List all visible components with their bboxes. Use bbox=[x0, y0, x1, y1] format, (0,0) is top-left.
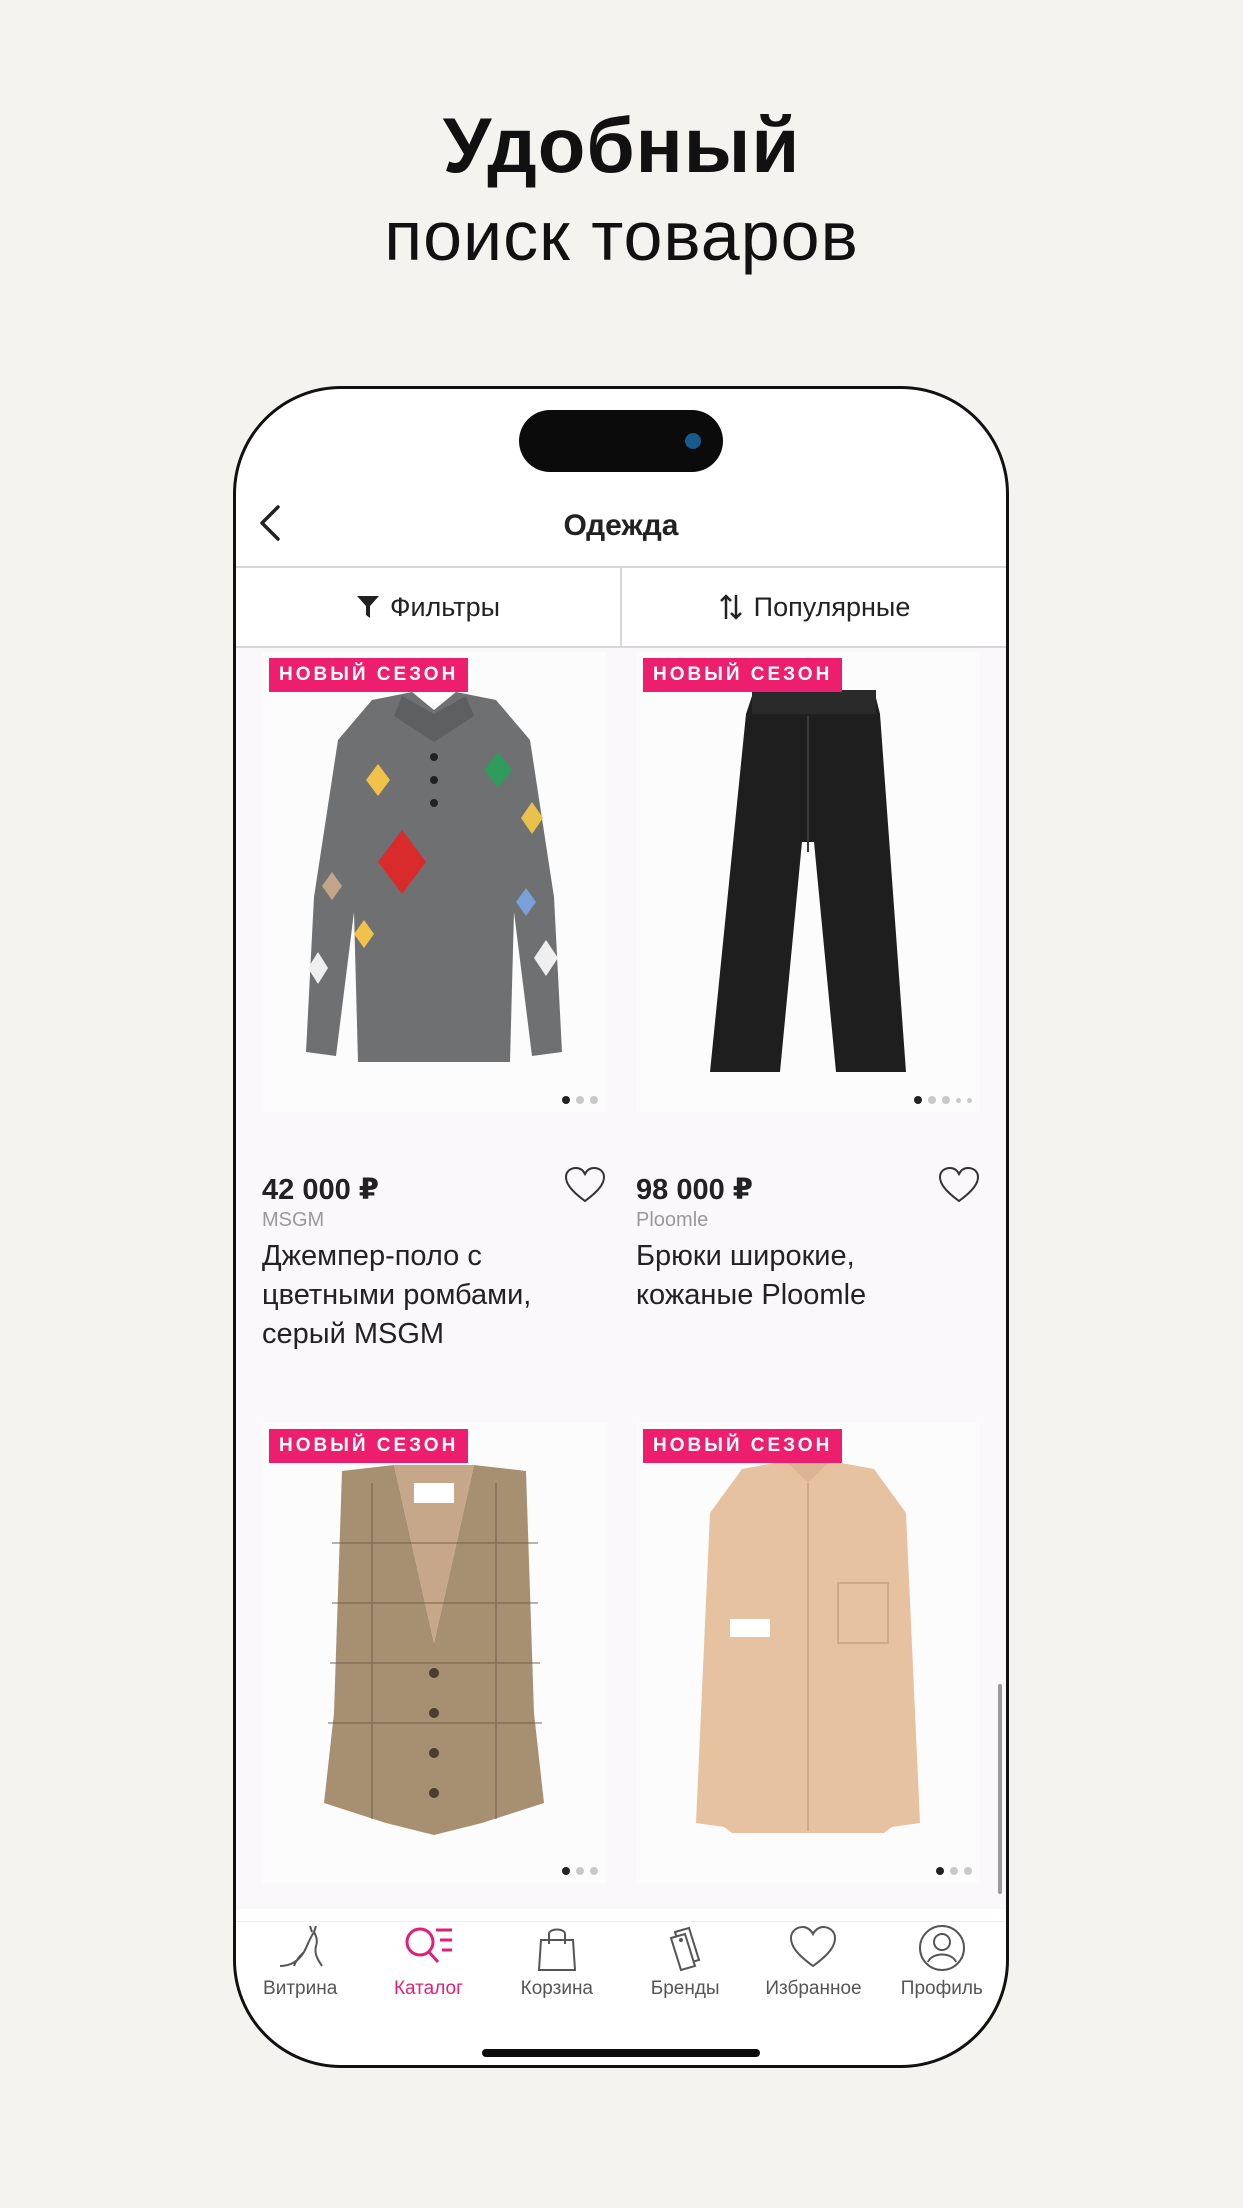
shopping-bag-icon bbox=[537, 1928, 576, 1971]
vest-image bbox=[324, 1465, 544, 1835]
heart-icon bbox=[564, 1166, 606, 1203]
trousers-image bbox=[710, 690, 906, 1072]
product-image[interactable]: НОВЫЙ СЕЗОН bbox=[262, 1423, 606, 1883]
pagination-dot bbox=[942, 1096, 950, 1104]
scrollbar[interactable] bbox=[998, 1684, 1002, 1894]
camera-dot bbox=[685, 433, 701, 449]
heart-icon bbox=[938, 1166, 980, 1203]
product-brand: Ploomle bbox=[636, 1209, 709, 1231]
image-pagination bbox=[936, 1867, 972, 1875]
sort-arrows-icon bbox=[719, 594, 742, 620]
pagination-dot bbox=[576, 1867, 584, 1875]
tab-label: Витрина bbox=[263, 1978, 338, 1999]
tab-label: Избранное bbox=[765, 1978, 862, 1999]
pagination-dot bbox=[562, 1867, 570, 1875]
product-brand: MSGM bbox=[262, 1209, 325, 1231]
tab-label: Профиль bbox=[900, 1978, 983, 1999]
favorite-button[interactable] bbox=[938, 1166, 980, 1204]
new-season-badge: НОВЫЙ СЕЗОН bbox=[269, 658, 469, 692]
catalog-search-icon bbox=[405, 1927, 453, 1964]
navigation-bar: Одежда bbox=[236, 489, 1006, 553]
catalog-toolbar: Фильтры Популярные bbox=[236, 566, 1006, 648]
filter-icon bbox=[356, 596, 379, 618]
shirt-image bbox=[696, 1453, 920, 1833]
tab-brands[interactable]: Бренды bbox=[621, 1922, 749, 2010]
new-season-badge: НОВЫЙ СЕЗОН bbox=[269, 1429, 469, 1463]
tab-label: Бренды bbox=[650, 1978, 720, 1999]
dynamic-island bbox=[519, 410, 723, 472]
pagination-dot bbox=[967, 1097, 972, 1103]
pagination-dot bbox=[964, 1867, 972, 1875]
pagination-dot bbox=[590, 1096, 598, 1104]
promo-title: Удобный bbox=[442, 101, 801, 189]
promo-subtitle: поиск товаров bbox=[384, 197, 859, 275]
pagination-dot bbox=[576, 1096, 584, 1104]
kangaroo-logo-icon bbox=[280, 1925, 323, 1967]
sort-button[interactable]: Популярные bbox=[620, 568, 1006, 646]
product-image[interactable]: НОВЫЙ СЕЗОН bbox=[262, 652, 606, 1112]
sweater-image bbox=[306, 692, 562, 1062]
product-price: 98 000 ₽ bbox=[636, 1174, 753, 1206]
product-grid: НОВЫЙ СЕЗОН 42 000 ₽ MSGM Джемпер-поло с… bbox=[236, 648, 1006, 1909]
tab-catalog[interactable]: Каталог bbox=[364, 1922, 492, 2010]
new-season-badge: НОВЫЙ СЕЗОН bbox=[643, 1429, 843, 1463]
heart-icon bbox=[790, 1925, 837, 1968]
favorite-button[interactable] bbox=[564, 1166, 606, 1204]
pagination-dot bbox=[950, 1867, 958, 1875]
pagination-dot bbox=[590, 1867, 598, 1875]
tab-profile[interactable]: Профиль bbox=[878, 1922, 1006, 2010]
pagination-dot bbox=[562, 1096, 570, 1104]
sort-label: Популярные bbox=[753, 591, 911, 622]
pagination-dot bbox=[956, 1097, 961, 1103]
image-pagination bbox=[562, 1096, 598, 1104]
phone-frame: Одежда Фильтры Популярные НОВЫЙ СЕЗОН 42… bbox=[233, 386, 1009, 2068]
image-pagination bbox=[562, 1867, 598, 1875]
product-name[interactable]: Джемпер-поло с цветными ромбами, серый M… bbox=[262, 1237, 602, 1354]
pagination-dot bbox=[936, 1867, 944, 1875]
image-pagination bbox=[914, 1096, 972, 1104]
tab-vitrina[interactable]: Витрина bbox=[236, 1922, 364, 2010]
filters-label: Фильтры bbox=[389, 591, 501, 622]
profile-icon bbox=[918, 1925, 965, 1971]
bottom-tab-bar: Витрина Каталог Корзина Бренды Избранное… bbox=[236, 1921, 1006, 2010]
product-name[interactable]: Брюки широкие, кожаные Ploomle bbox=[636, 1237, 976, 1315]
tab-label: Каталог bbox=[393, 1978, 464, 1999]
product-price: 42 000 ₽ bbox=[262, 1174, 379, 1206]
tab-cart[interactable]: Корзина bbox=[493, 1922, 621, 2010]
tab-favorites[interactable]: Избранное bbox=[749, 1922, 877, 2010]
tags-icon bbox=[669, 1926, 701, 1972]
home-indicator bbox=[482, 2049, 760, 2057]
pagination-dot bbox=[928, 1096, 936, 1104]
new-season-badge: НОВЫЙ СЕЗОН bbox=[643, 658, 843, 692]
product-image[interactable]: НОВЫЙ СЕЗОН bbox=[636, 1423, 980, 1883]
pagination-dot bbox=[914, 1096, 922, 1104]
page-title: Одежда bbox=[563, 509, 679, 542]
tab-label: Корзина bbox=[520, 1978, 593, 1999]
filters-button[interactable]: Фильтры bbox=[236, 568, 620, 646]
product-image[interactable]: НОВЫЙ СЕЗОН bbox=[636, 652, 980, 1112]
